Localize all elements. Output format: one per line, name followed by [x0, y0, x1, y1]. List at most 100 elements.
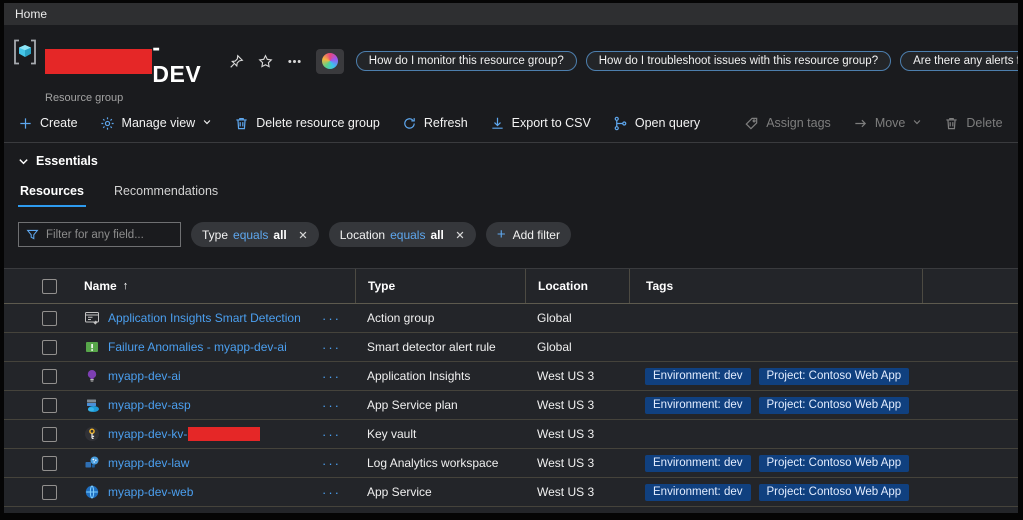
- export-to-csv-button[interactable]: Export to CSV: [490, 116, 591, 131]
- copilot-button[interactable]: [316, 49, 344, 74]
- table-row: myapp-dev-ai···Application InsightsWest …: [4, 362, 1018, 391]
- filter-input[interactable]: [46, 229, 173, 241]
- resource-name-link[interactable]: Failure Anomalies - myapp-dev-ai: [108, 340, 287, 354]
- close-icon[interactable]: [298, 230, 308, 240]
- resource-name-link[interactable]: myapp-dev-web: [108, 485, 193, 499]
- column-header-name[interactable]: Name ↑: [76, 269, 355, 303]
- row-checkbox[interactable]: [42, 369, 57, 384]
- manage-view-button[interactable]: Manage view: [100, 116, 213, 131]
- copilot-chip-0[interactable]: How do I monitor this resource group?: [356, 51, 577, 71]
- essentials-toggle[interactable]: Essentials: [18, 154, 98, 168]
- tab-resources[interactable]: Resources: [18, 184, 86, 207]
- name-redaction: [188, 427, 260, 441]
- toolbar-divider: [4, 142, 1018, 143]
- table-row: Failure Anomalies - myapp-dev-ai···Smart…: [4, 333, 1018, 362]
- download-icon: [490, 116, 505, 131]
- delete-resource-group-button[interactable]: Delete resource group: [234, 116, 380, 131]
- table-body: Application Insights Smart Detection ··· A…: [4, 304, 1018, 513]
- filter-bar: Typeequalsall Locationequalsall + Add fil…: [18, 222, 1018, 247]
- gear-icon: [100, 116, 115, 131]
- open-query-button[interactable]: Open query: [613, 116, 700, 131]
- more-options-icon[interactable]: [287, 54, 302, 69]
- resource-name-link[interactable]: myapp-dev-asp: [108, 398, 191, 412]
- row-context-menu-icon[interactable]: ···: [320, 398, 343, 413]
- row-checkbox[interactable]: [42, 456, 57, 471]
- smart-detector-icon: [84, 339, 100, 355]
- resource-name-link[interactable]: Application Insights Smart Detection: [108, 311, 301, 325]
- add-filter-button[interactable]: + Add filter: [486, 222, 571, 247]
- row-context-menu-icon[interactable]: ···: [320, 311, 343, 326]
- funnel-icon: [26, 228, 39, 241]
- close-icon[interactable]: [455, 230, 465, 240]
- tab-recommendations[interactable]: Recommendations: [112, 184, 220, 207]
- add-filter-label: Add filter: [513, 228, 560, 242]
- table-row: Application Insights Smart Detection ··· A…: [4, 304, 1018, 333]
- column-header-location[interactable]: Location: [525, 269, 629, 303]
- copilot-chip-1[interactable]: How do I troubleshoot issues with this r…: [586, 51, 891, 71]
- resource-name-link[interactable]: myapp-dev-kv-: [108, 427, 260, 441]
- copilot-icon: [322, 53, 338, 69]
- tag-pill[interactable]: Environment: dev: [645, 368, 751, 385]
- row-checkbox[interactable]: [42, 398, 57, 413]
- tag-icon: [744, 116, 759, 131]
- resource-type-label: Resource group: [45, 92, 1018, 104]
- row-checkbox[interactable]: [42, 485, 57, 500]
- resource-location: West US 3: [525, 398, 629, 412]
- tag-pill[interactable]: Environment: dev: [645, 397, 751, 414]
- tag-pill[interactable]: Project: Contoso Web App: [759, 368, 910, 385]
- delete-button: Delete: [944, 116, 1002, 131]
- chevron-down-icon: [912, 116, 922, 130]
- column-header-tags[interactable]: Tags: [629, 269, 922, 303]
- resource-tags: Environment: dev Project: Contoso Web App: [629, 397, 922, 414]
- refresh-button[interactable]: Refresh: [402, 116, 468, 131]
- breadcrumb[interactable]: Home: [15, 7, 47, 21]
- create-button[interactable]: Create: [18, 116, 78, 131]
- plus-icon: [18, 116, 33, 131]
- chevron-down-icon: [18, 156, 29, 167]
- trash-icon: [234, 116, 249, 131]
- resource-location: West US 3: [525, 456, 629, 470]
- resource-type: Action group: [355, 311, 525, 325]
- resource-name-link[interactable]: myapp-dev-ai: [108, 369, 181, 383]
- row-context-menu-icon[interactable]: ···: [320, 485, 343, 500]
- tag-pill[interactable]: Environment: dev: [645, 455, 751, 472]
- tag-pill[interactable]: Project: Contoso Web App: [759, 513, 910, 514]
- resource-type: App Service plan: [355, 398, 525, 412]
- tag-pill[interactable]: Project: Contoso Web App: [759, 484, 910, 501]
- column-header-type[interactable]: Type: [355, 269, 525, 303]
- pin-icon[interactable]: [229, 54, 244, 69]
- tag-pill[interactable]: Project: Contoso Web App: [759, 397, 910, 414]
- row-checkbox[interactable]: [42, 427, 57, 442]
- tag-pill[interactable]: Environment: dev: [645, 484, 751, 501]
- select-all-cell: [4, 269, 76, 303]
- page-title: -DEV: [152, 34, 207, 88]
- filter-pills: Typeequalsall Locationequalsall: [191, 222, 476, 247]
- field-filter: [18, 222, 181, 247]
- tag-pill[interactable]: Project: Contoso Web App: [759, 455, 910, 472]
- app-service-icon: [84, 484, 100, 500]
- resource-location: West US 3: [525, 485, 629, 499]
- page-header: -DEV How do I monitor this resource grou: [4, 25, 1018, 104]
- select-all-checkbox[interactable]: [42, 279, 57, 294]
- resource-name-link[interactable]: myapp-dev-law: [108, 456, 189, 470]
- copilot-chip-2[interactable]: Are there any alerts fired for this reso…: [900, 51, 1018, 71]
- row-checkbox[interactable]: [42, 311, 57, 326]
- resource-tags: Environment: dev Project: Contoso Web App: [629, 484, 922, 501]
- filter-pill-location[interactable]: Locationequalsall: [329, 222, 476, 247]
- row-context-menu-icon[interactable]: ···: [320, 456, 343, 471]
- row-context-menu-icon[interactable]: ···: [320, 369, 343, 384]
- breadcrumb-bar: Home: [4, 3, 1018, 25]
- app-service-plan-icon: [84, 397, 100, 413]
- resource-type: App Service: [355, 485, 525, 499]
- tag-pill[interactable]: Environment: dev: [645, 513, 751, 514]
- row-context-menu-icon[interactable]: ···: [320, 427, 343, 442]
- assign-tags-button: Assign tags: [744, 116, 831, 131]
- favorite-star-icon[interactable]: [258, 54, 273, 69]
- row-context-menu-icon[interactable]: ···: [320, 340, 343, 355]
- filter-pill-type[interactable]: Typeequalsall: [191, 222, 319, 247]
- column-header-spacer: [922, 269, 1018, 303]
- row-checkbox[interactable]: [42, 340, 57, 355]
- refresh-icon: [402, 116, 417, 131]
- move-button: Move: [853, 116, 923, 131]
- app-insights-icon: [84, 368, 100, 384]
